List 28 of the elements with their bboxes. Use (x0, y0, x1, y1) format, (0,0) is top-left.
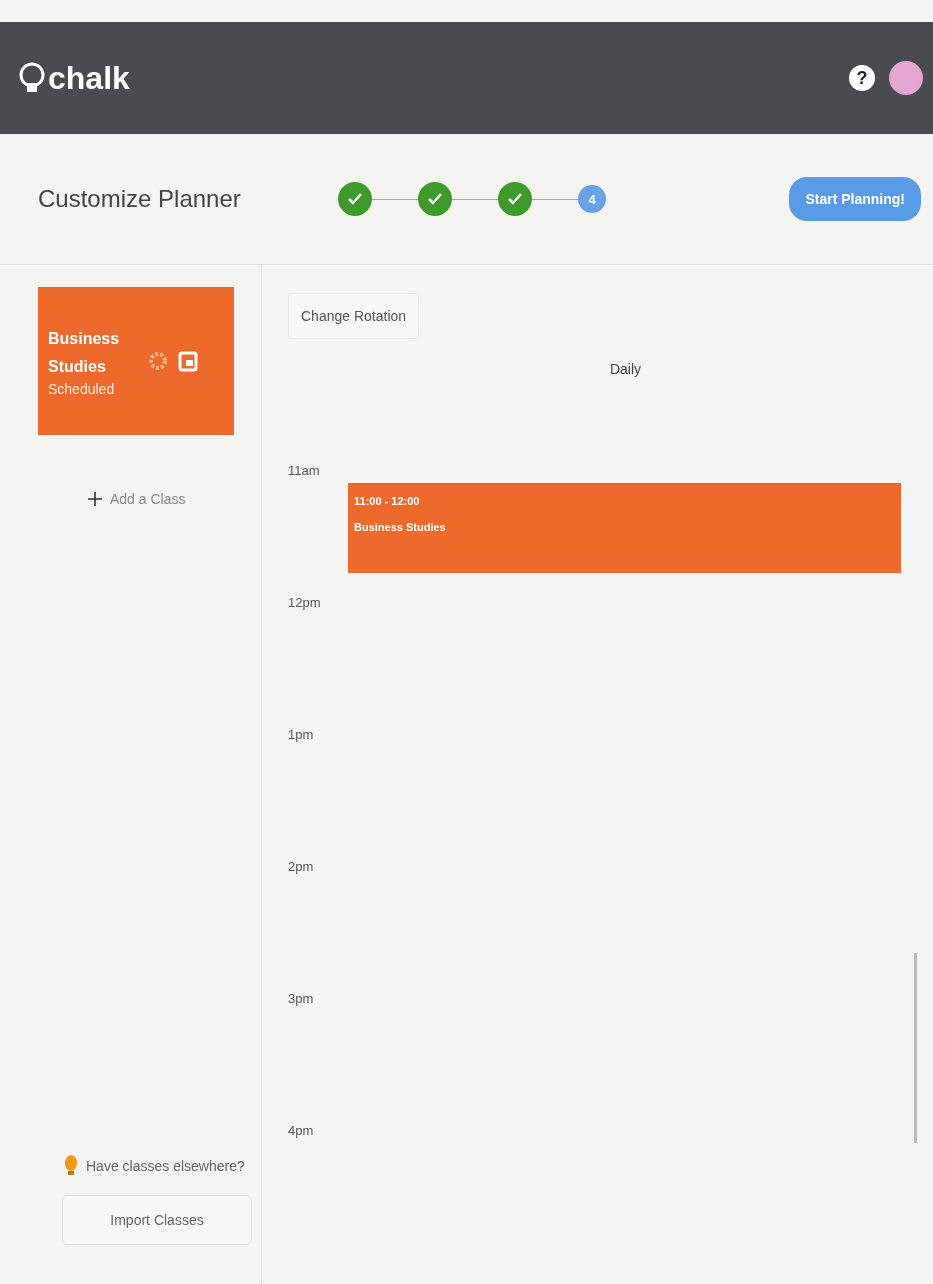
event-time: 11:00 - 12:00 (354, 495, 421, 507)
avatar[interactable] (889, 61, 923, 95)
help-button[interactable]: ? (849, 65, 875, 91)
hour-label: 11am (288, 463, 320, 478)
plus-icon (88, 492, 102, 506)
hour-label: 2pm (288, 859, 314, 874)
class-name: Business Studies (48, 329, 121, 377)
logo[interactable]: chalk (48, 59, 130, 97)
change-rotation-button[interactable]: Change Rotation (288, 293, 420, 339)
calendar-icon[interactable] (178, 350, 198, 372)
lightbulb-icon (64, 1155, 78, 1177)
scrollbar[interactable] (914, 953, 917, 1143)
class-status: Scheduled (48, 381, 116, 397)
event-title: Business Studies (354, 521, 447, 533)
class-event[interactable]: 11:00 - 12:00 Business Studies (348, 483, 901, 573)
page-title: Customize Planner (38, 185, 242, 213)
start-planning-button[interactable]: Start Planning! (789, 177, 921, 221)
class-card[interactable]: Business Studies Scheduled (38, 287, 234, 435)
gear-icon[interactable] (148, 351, 168, 371)
hour-label: 3pm (288, 991, 314, 1006)
view-label: Daily (609, 361, 642, 377)
hour-label: 4pm (288, 1123, 314, 1138)
step-number: 4 (578, 185, 606, 213)
hour-label: 12pm (288, 595, 321, 610)
import-hint: Have classes elsewhere? (86, 1158, 245, 1174)
import-classes-button[interactable]: Import Classes (62, 1195, 252, 1245)
add-class-button[interactable]: Add a Class (88, 491, 261, 507)
hour-label: 1pm (288, 727, 314, 742)
